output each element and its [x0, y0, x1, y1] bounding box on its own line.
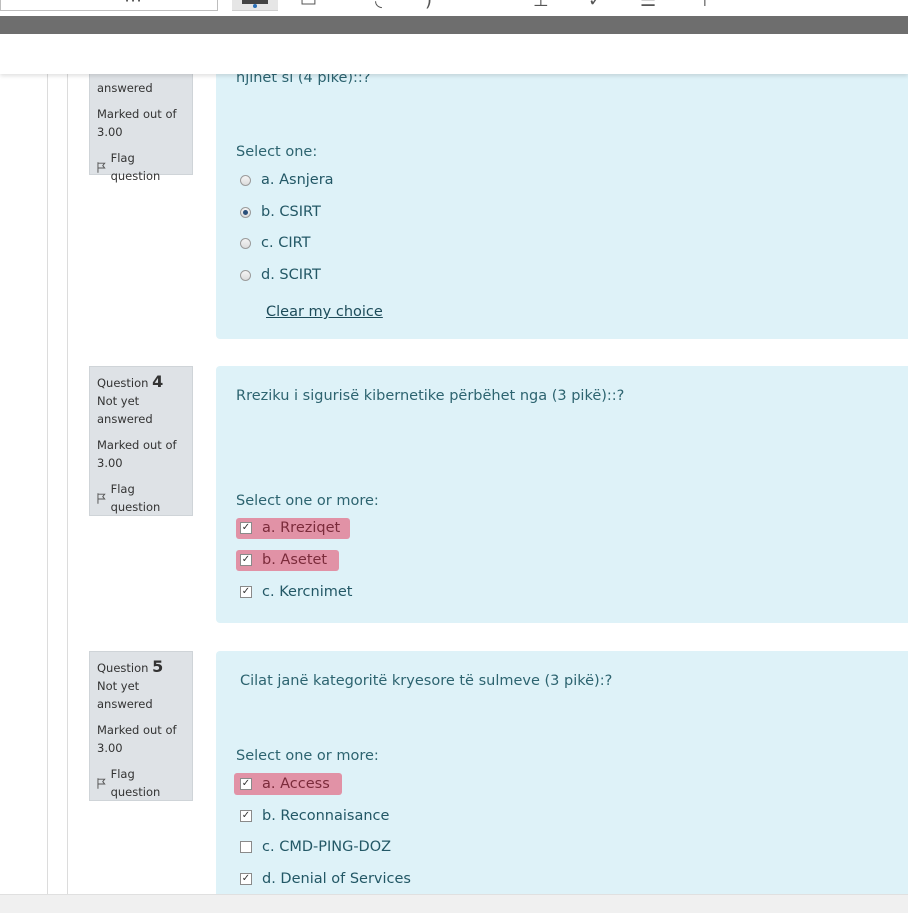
option-c[interactable]: ✓ c. Kercnimet	[240, 584, 352, 600]
select-more-label: Select one or more:	[236, 748, 379, 764]
question-text: Rreziku i sigurisë kibernetike përbëhet …	[236, 388, 625, 404]
checkbox-checked[interactable]: ✓	[240, 586, 252, 598]
flag-icon	[97, 161, 106, 173]
question-status: Not yet answered	[97, 679, 153, 711]
format-button-icon[interactable]: ▭	[300, 0, 317, 11]
question-word: Question	[97, 661, 149, 675]
select-one-label: Select one:	[236, 144, 318, 160]
option-a[interactable]: ✓ a. Access	[234, 773, 342, 795]
left-rail-divider	[67, 74, 68, 894]
flag-icon	[97, 777, 106, 789]
option-label: d. Denial of Services	[262, 871, 411, 887]
undo-icon[interactable]: ◟	[375, 0, 382, 11]
radio-button[interactable]	[240, 237, 251, 249]
option-b[interactable]: ✓ b. Asetet	[236, 550, 340, 571]
option-a[interactable]: a. Asnjera	[240, 172, 334, 188]
page-header	[0, 34, 908, 74]
option-label: b. CSIRT	[261, 204, 321, 220]
checkbox-unchecked[interactable]	[240, 841, 252, 853]
question-number-value: 4	[152, 372, 164, 391]
text-tool-icon[interactable]: ⊥	[533, 0, 549, 11]
option-label: a. Asnjera	[261, 172, 334, 188]
text-tool-icon[interactable]: )	[425, 0, 432, 11]
flag-question-link[interactable]: Flag question	[97, 149, 185, 185]
select-more-label: Select one or more:	[236, 493, 379, 509]
question-marks: Marked out of 3.00	[97, 723, 177, 755]
option-b[interactable]: b. CSIRT	[240, 204, 321, 220]
toolbar-input[interactable]	[0, 0, 218, 11]
question-marks: Marked out of 3.00	[97, 107, 177, 139]
question-text: Cilat janë kategoritë kryesore të sulmev…	[240, 673, 613, 689]
checkmark-tool-icon[interactable]: ✓	[588, 0, 603, 11]
quiz-scroll-area[interactable]: answered Marked out of 3.00 Flag questio…	[0, 34, 908, 894]
flag-question-link[interactable]: Flag question	[97, 480, 185, 516]
checkbox-checked[interactable]: ✓	[240, 810, 252, 822]
window-title-bar	[0, 16, 908, 35]
question-status: answered	[97, 81, 153, 95]
option-label: a. Rreziqet	[262, 520, 341, 536]
flag-question-link[interactable]: Flag question	[97, 765, 185, 801]
option-d[interactable]: d. SCIRT	[240, 267, 321, 283]
radio-button[interactable]	[240, 269, 251, 281]
question-number: Question 4	[97, 373, 185, 392]
radio-button-selected[interactable]	[240, 206, 251, 218]
question-5-info: Question 5 Not yet answered Marked out o…	[89, 651, 193, 801]
option-c[interactable]: c. CMD-PING-DOZ	[240, 839, 391, 855]
option-label: b. Asetet	[262, 552, 328, 568]
checkbox-checked[interactable]: ✓	[240, 778, 252, 790]
option-label: c. CIRT	[261, 235, 311, 251]
list-tool-icon[interactable]: ☰	[640, 0, 656, 11]
checkbox-checked[interactable]: ✓	[240, 873, 252, 885]
flag-question-label: Flag question	[110, 482, 161, 514]
left-rail-divider	[47, 74, 48, 894]
question-number-value: 5	[152, 657, 164, 676]
question-number: Question 5	[97, 658, 185, 677]
question-3-info: answered Marked out of 3.00 Flag questio…	[89, 72, 193, 183]
option-label: c. Kercnimet	[262, 584, 353, 600]
option-c[interactable]: c. CIRT	[240, 235, 310, 251]
option-label: c. CMD-PING-DOZ	[262, 839, 392, 855]
pin-tool-icon[interactable]: ⊤	[697, 0, 713, 11]
horizontal-scrollbar[interactable]	[0, 894, 908, 913]
option-b[interactable]: ✓ b. Reconnaisance	[240, 808, 389, 824]
option-label: b. Reconnaisance	[262, 808, 390, 824]
option-label: d. SCIRT	[261, 267, 321, 283]
option-d[interactable]: ✓ d. Denial of Services	[240, 871, 411, 887]
question-4-info: Question 4 Not yet answered Marked out o…	[89, 366, 193, 516]
text-format-icon[interactable]: ⋯	[124, 0, 142, 11]
question-status: Not yet answered	[97, 394, 153, 426]
flag-question-label: Flag question	[110, 767, 161, 799]
checkbox-checked[interactable]: ✓	[240, 522, 252, 534]
radio-button[interactable]	[240, 174, 251, 186]
question-4-content: Rreziku i sigurisë kibernetike përbëhet …	[216, 366, 908, 623]
question-5-content: Cilat janë kategoritë kryesore të sulmev…	[216, 651, 908, 894]
option-label: a. Access	[262, 776, 330, 792]
option-a[interactable]: ✓ a. Rreziqet	[236, 518, 351, 539]
checkbox-checked[interactable]: ✓	[240, 554, 252, 566]
flag-question-label: Flag question	[110, 151, 161, 183]
clear-choice-link[interactable]: Clear my choice	[266, 304, 383, 320]
question-3-content: njihet si (4 pikë)::? Select one: a. Asn…	[216, 54, 908, 339]
flag-icon	[97, 492, 106, 504]
annotation-toolbar: ⋯ ▭ ◟ ) ⊥ ✓ ☰ ⊤	[0, 0, 908, 16]
active-indicator-dot	[253, 4, 257, 8]
question-word: Question	[97, 376, 149, 390]
question-marks: Marked out of 3.00	[97, 438, 177, 470]
